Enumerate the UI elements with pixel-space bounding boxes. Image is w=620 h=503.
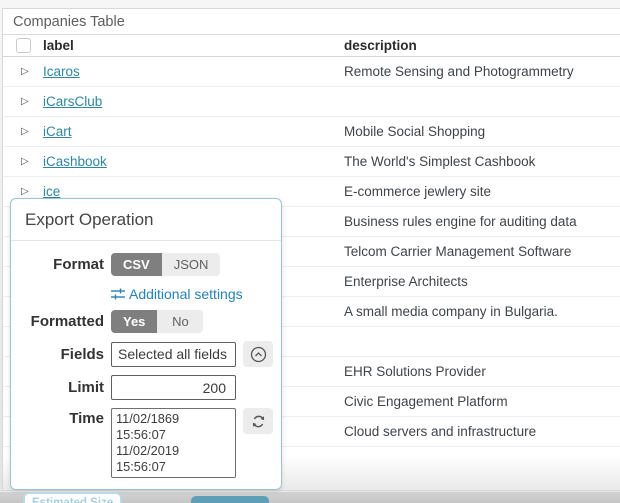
time-to-value: 11/02/2019 15:56:07 bbox=[116, 443, 231, 475]
limit-row: Limit bbox=[11, 375, 281, 400]
fields-row: Fields bbox=[11, 341, 281, 367]
formatted-option-yes[interactable]: Yes bbox=[111, 310, 157, 333]
table-row: ▷ iCart Mobile Social Shopping bbox=[3, 117, 620, 147]
time-label: Time bbox=[11, 408, 111, 427]
export-button[interactable]: Export bbox=[191, 496, 269, 503]
fields-input[interactable] bbox=[111, 342, 236, 367]
sliders-icon bbox=[111, 288, 125, 301]
additional-settings-link[interactable]: Additional settings bbox=[111, 286, 243, 302]
table-row: ▷ iCarsClub bbox=[3, 87, 620, 117]
row-description: Mobile Social Shopping bbox=[344, 124, 620, 139]
export-dialog: Export Operation Format CSV JSON Additio… bbox=[10, 198, 282, 490]
row-description: Remote Sensing and Photogrammetry bbox=[344, 64, 620, 79]
format-row: Format CSV JSON bbox=[11, 253, 281, 276]
expand-row-icon[interactable]: ▷ bbox=[21, 187, 29, 197]
time-from-value: 11/02/1869 15:56:07 bbox=[116, 411, 231, 443]
fields-label: Fields bbox=[11, 346, 111, 363]
time-range-input[interactable]: 11/02/1869 15:56:07 11/02/2019 15:56:07 bbox=[111, 408, 236, 478]
row-description: Cloud servers and infrastructure bbox=[344, 424, 620, 439]
row-description: Civic Engagement Platform bbox=[344, 394, 620, 409]
expand-row-icon[interactable]: ▷ bbox=[21, 127, 29, 137]
row-description: A small media company in Bulgaria. bbox=[344, 304, 620, 319]
row-description: Telcom Carrier Management Software bbox=[344, 244, 620, 259]
formatted-label: Formatted bbox=[11, 313, 111, 330]
column-header-label[interactable]: label bbox=[43, 38, 344, 53]
limit-input[interactable] bbox=[111, 375, 236, 400]
row-description: Business rules engine for auditing data bbox=[344, 214, 620, 229]
row-label-link[interactable]: iCart bbox=[43, 124, 72, 139]
row-description: E-commerce jewlery site bbox=[344, 184, 620, 199]
row-label-link[interactable]: ice bbox=[43, 184, 60, 199]
collapse-fields-button[interactable] bbox=[243, 341, 273, 367]
chevron-up-circle-icon bbox=[250, 346, 267, 363]
page-title: Companies Table bbox=[3, 9, 620, 35]
dialog-footer: Estimated Size ~410 KB Cancel Export bbox=[11, 486, 281, 503]
row-label-link[interactable]: iCarsClub bbox=[43, 94, 102, 109]
row-label-link[interactable]: iCashbook bbox=[43, 154, 107, 169]
formatted-toggle: Yes No bbox=[111, 310, 203, 333]
estimated-size-caption: Estimated Size bbox=[32, 497, 113, 503]
format-option-json[interactable]: JSON bbox=[162, 253, 221, 276]
formatted-row: Formatted Yes No bbox=[11, 310, 281, 333]
estimated-size-button[interactable]: Estimated Size ~410 KB bbox=[23, 492, 122, 503]
row-description: Enterprise Architects bbox=[344, 274, 620, 289]
expand-row-icon[interactable]: ▷ bbox=[21, 67, 29, 77]
format-option-csv[interactable]: CSV bbox=[111, 253, 162, 276]
additional-settings-text: Additional settings bbox=[129, 286, 243, 302]
expand-row-icon[interactable]: ▷ bbox=[21, 97, 29, 107]
row-description: EHR Solutions Provider bbox=[344, 364, 620, 379]
formatted-option-no[interactable]: No bbox=[157, 310, 203, 333]
table-row: ▷ iCashbook The World's Simplest Cashboo… bbox=[3, 147, 620, 177]
limit-label: Limit bbox=[11, 379, 111, 396]
format-toggle: CSV JSON bbox=[111, 253, 220, 276]
column-header-description[interactable]: description bbox=[344, 38, 620, 53]
refresh-time-button[interactable] bbox=[243, 408, 273, 434]
table-header-row: label description bbox=[3, 35, 620, 57]
row-label-link[interactable]: Icaros bbox=[43, 64, 80, 79]
row-description: The World's Simplest Cashbook bbox=[344, 154, 620, 169]
time-row: Time 11/02/1869 15:56:07 11/02/2019 15:5… bbox=[11, 408, 281, 478]
expand-row-icon[interactable]: ▷ bbox=[21, 157, 29, 167]
format-label: Format bbox=[11, 256, 111, 273]
table-row: ▷ Icaros Remote Sensing and Photogrammet… bbox=[3, 57, 620, 87]
select-all-checkbox[interactable] bbox=[16, 38, 31, 53]
dialog-title: Export Operation bbox=[11, 199, 281, 241]
refresh-icon bbox=[251, 414, 266, 429]
header-checkbox-cell bbox=[3, 38, 43, 53]
